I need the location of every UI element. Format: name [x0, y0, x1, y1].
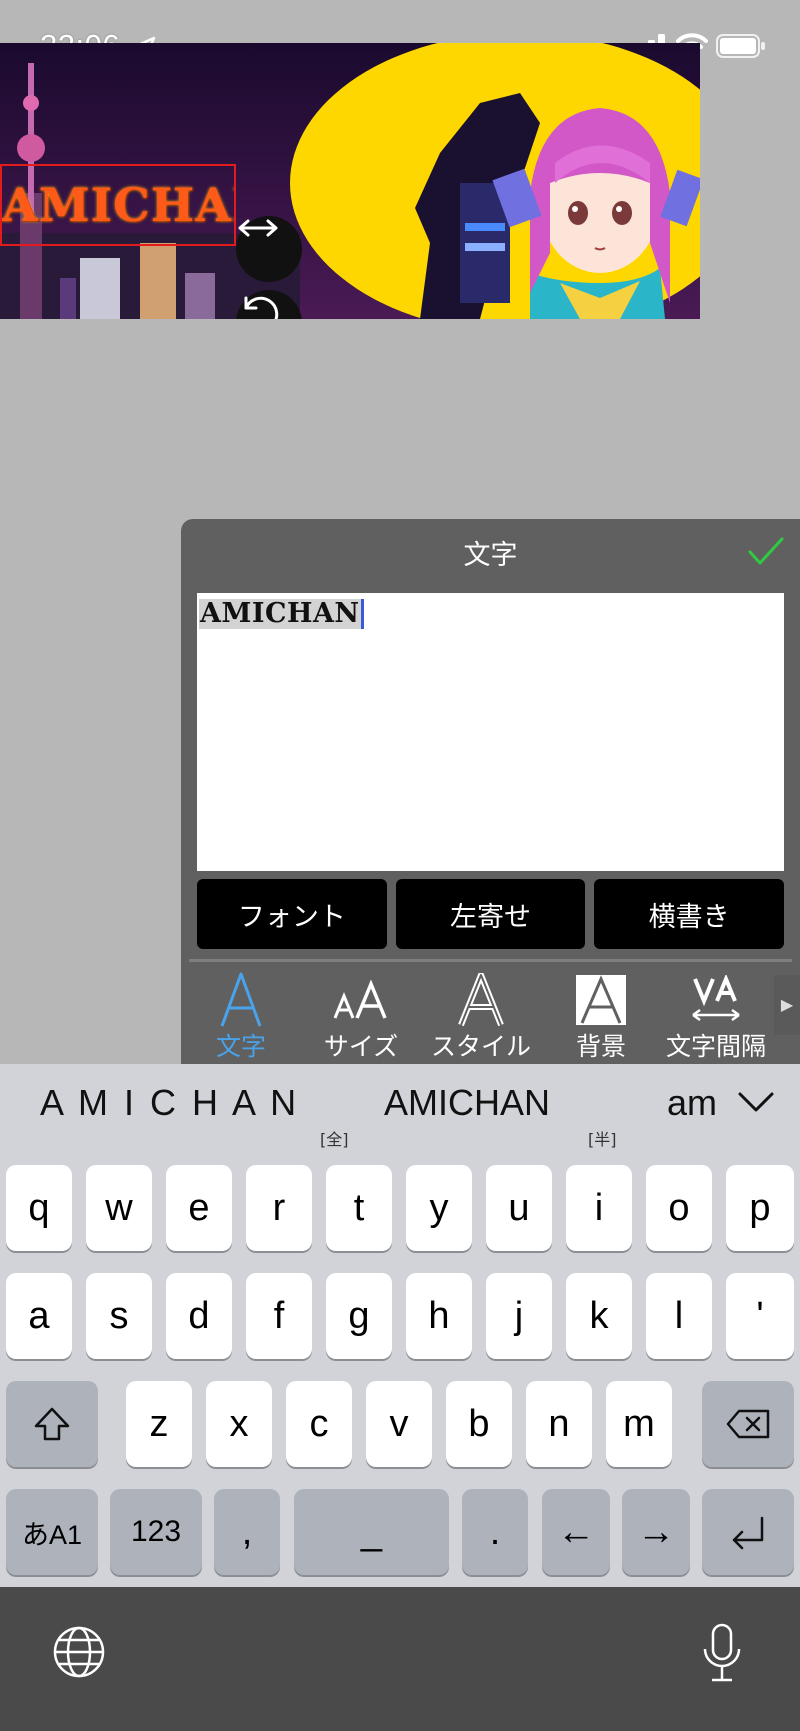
tab-letter-spacing-label: 文字間隔: [665, 1032, 766, 1061]
panel-title: 文字: [463, 540, 518, 571]
key-p[interactable]: p: [726, 1165, 794, 1251]
backspace-icon: [726, 1409, 770, 1439]
shift-key[interactable]: [6, 1381, 98, 1467]
microphone-icon[interactable]: [700, 1623, 744, 1683]
numbers-key[interactable]: 123: [110, 1489, 202, 1575]
align-left-button[interactable]: 左寄せ: [395, 879, 586, 949]
resize-handle-icon[interactable]: [236, 216, 302, 282]
tab-style[interactable]: スタイル: [421, 965, 541, 1064]
return-key[interactable]: [702, 1489, 794, 1575]
key-q[interactable]: q: [6, 1165, 72, 1251]
font-button[interactable]: フォント: [197, 879, 387, 949]
key-i[interactable]: i: [566, 1165, 632, 1251]
key-r[interactable]: r: [246, 1165, 312, 1251]
backspace-key[interactable]: [702, 1381, 794, 1467]
banner-image: AMICHAN: [0, 43, 700, 319]
period-key[interactable]: .: [462, 1489, 528, 1575]
globe-icon[interactable]: [52, 1625, 106, 1679]
suggestion-fullwidth[interactable]: A M I C H A N: [40, 1082, 299, 1124]
letter-spacing-VA-icon: [692, 975, 740, 1022]
key-g[interactable]: g: [326, 1273, 392, 1359]
key-u[interactable]: u: [486, 1165, 552, 1251]
checkmark-icon[interactable]: [746, 535, 786, 569]
chevron-down-icon[interactable]: [736, 1086, 776, 1116]
keyboard-bottom-bar: [0, 1587, 800, 1731]
keyboard: A M I C H A N [全] AMICHAN [半] am q w e r…: [0, 1064, 800, 1587]
tab-style-label: スタイル: [430, 1032, 531, 1061]
size-AA-icon: [333, 980, 387, 1019]
tab-text[interactable]: 文字: [181, 965, 301, 1064]
text-caret: [360, 599, 364, 629]
key-k[interactable]: k: [566, 1273, 632, 1359]
tab-letter-spacing[interactable]: 文字間隔: [656, 965, 776, 1064]
text-input-value[interactable]: AMICHAN: [199, 599, 361, 629]
key-z[interactable]: z: [126, 1381, 192, 1467]
key-n[interactable]: n: [526, 1381, 592, 1467]
tool-tabs: 文字 サイズ スタイル 背景 文字間隔 ▶: [181, 965, 800, 1064]
underscore-key[interactable]: _: [294, 1489, 449, 1575]
key-x[interactable]: x: [206, 1381, 272, 1467]
key-l[interactable]: l: [646, 1273, 712, 1359]
comma-key[interactable]: ,: [214, 1489, 280, 1575]
suggestion-fullwidth-note: [全]: [320, 1130, 349, 1149]
triangle-right-icon[interactable]: ▶: [774, 975, 800, 1035]
key-a[interactable]: a: [6, 1273, 72, 1359]
background-A-icon: [576, 975, 626, 1025]
right-arrow-key[interactable]: →: [622, 1489, 690, 1575]
input-mode-key[interactable]: あA1: [6, 1489, 98, 1575]
panel-divider: [189, 959, 792, 962]
key-y[interactable]: y: [406, 1165, 472, 1251]
tab-background[interactable]: 背景: [541, 965, 661, 1064]
text-editor-panel: 文字 AMICHAN フォント 左寄せ 横書き 文字 サイズ スタイル 背景 文…: [181, 519, 800, 1064]
suggestion-halfwidth-note: [半]: [588, 1130, 617, 1149]
tab-size[interactable]: サイズ: [301, 965, 421, 1064]
text-input-area[interactable]: AMICHAN: [197, 593, 784, 871]
key-v[interactable]: v: [366, 1381, 432, 1467]
key-c[interactable]: c: [286, 1381, 352, 1467]
text-options-row: フォント 左寄せ 横書き: [197, 879, 785, 949]
left-arrow-key[interactable]: ←: [542, 1489, 610, 1575]
key-j[interactable]: j: [486, 1273, 552, 1359]
key-m[interactable]: m: [606, 1381, 672, 1467]
suggestion-partial[interactable]: am: [667, 1082, 717, 1124]
key-w[interactable]: w: [86, 1165, 152, 1251]
return-icon: [732, 1516, 764, 1550]
key-e[interactable]: e: [166, 1165, 232, 1251]
suggestion-bar: A M I C H A N [全] AMICHAN [半] am: [0, 1064, 800, 1164]
tab-text-label: 文字: [215, 1032, 266, 1061]
key-o[interactable]: o: [646, 1165, 712, 1251]
shift-icon: [34, 1407, 70, 1441]
outline-A-icon: [458, 973, 504, 1027]
horizontal-writing-button[interactable]: 横書き: [594, 879, 785, 949]
key-d[interactable]: d: [166, 1273, 232, 1359]
battery-icon: [716, 34, 765, 58]
key-apostrophe[interactable]: ': [726, 1273, 794, 1359]
key-h[interactable]: h: [406, 1273, 472, 1359]
tab-size-label: サイズ: [323, 1032, 399, 1061]
banner-text-overlay[interactable]: AMICHAN: [0, 164, 236, 246]
key-t[interactable]: t: [326, 1165, 392, 1251]
text-A-icon: [220, 972, 262, 1027]
key-s[interactable]: s: [86, 1273, 152, 1359]
key-b[interactable]: b: [446, 1381, 512, 1467]
key-f[interactable]: f: [246, 1273, 312, 1359]
suggestion-halfwidth[interactable]: AMICHAN: [384, 1082, 550, 1124]
